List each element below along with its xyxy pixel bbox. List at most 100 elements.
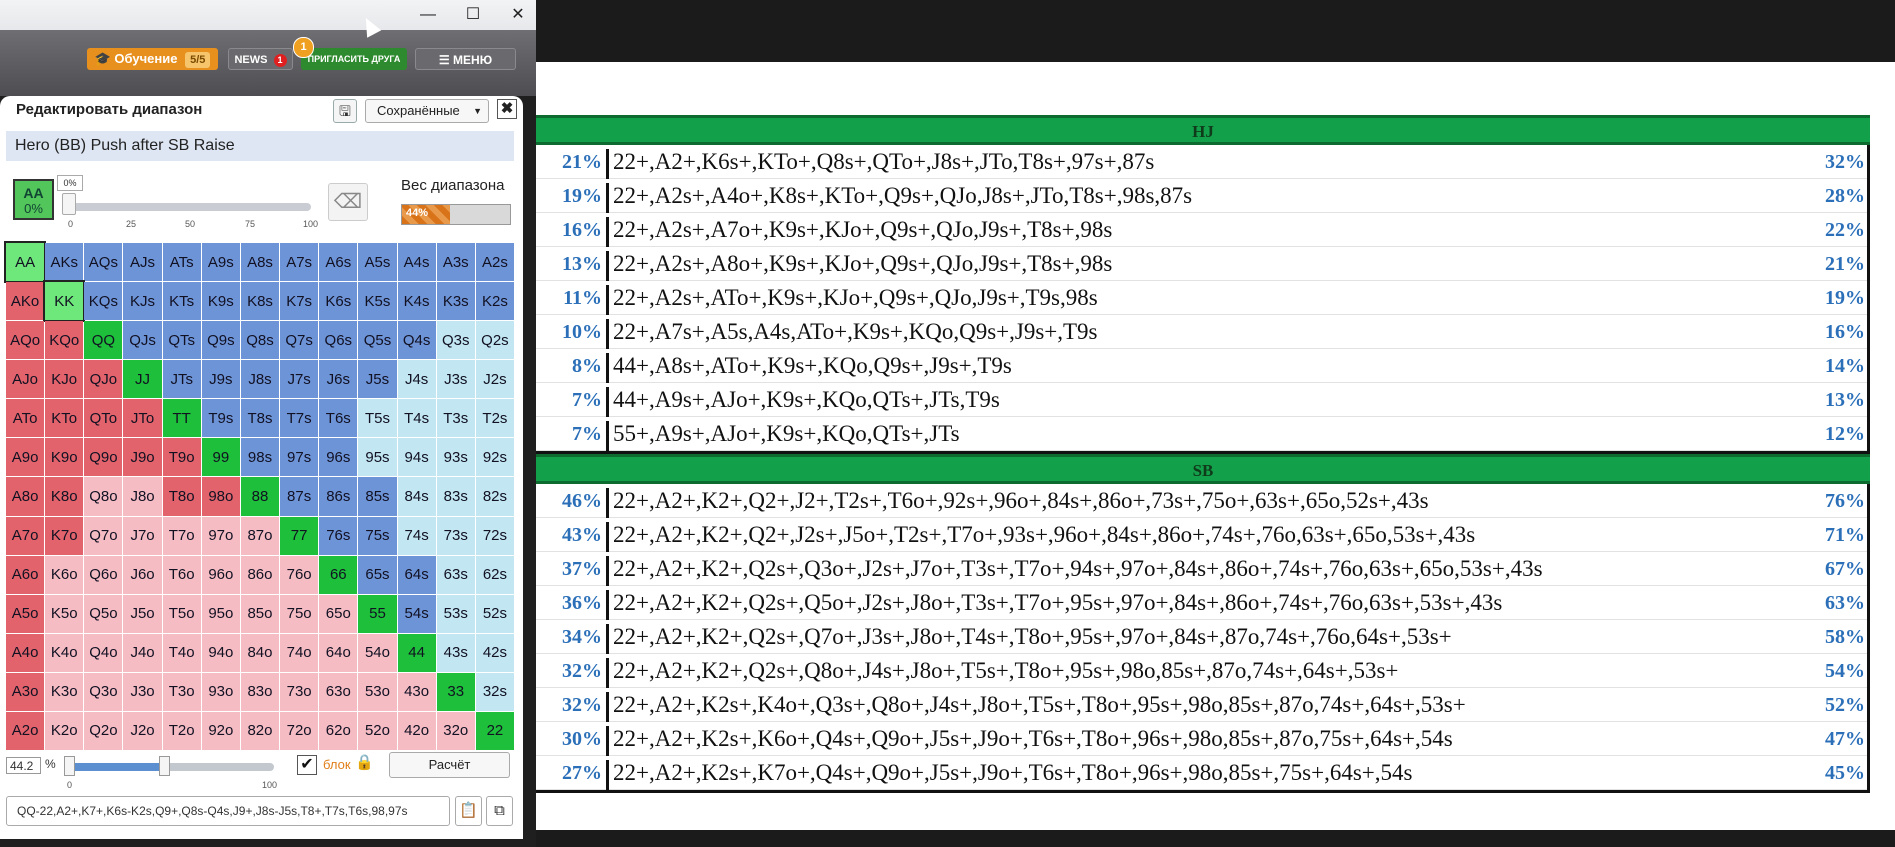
hand-cell[interactable]: KQs — [84, 282, 123, 321]
hand-cell[interactable]: JTo — [123, 399, 162, 438]
hand-cell[interactable]: A2o — [6, 711, 45, 750]
calculate-button[interactable]: Расчёт — [389, 752, 510, 778]
hand-cell[interactable]: 77 — [280, 516, 319, 555]
hand-cell[interactable]: 97s — [280, 438, 319, 477]
hand-cell[interactable]: T7s — [280, 399, 319, 438]
hand-cell[interactable]: A9s — [201, 243, 240, 282]
hand-cell[interactable]: J4o — [123, 633, 162, 672]
hand-cell[interactable]: T4o — [162, 633, 201, 672]
hand-cell[interactable]: J7s — [280, 360, 319, 399]
hand-cell[interactable]: 63o — [319, 672, 358, 711]
hand-cell[interactable]: 74o — [280, 633, 319, 672]
hand-cell[interactable]: A6o — [6, 555, 45, 594]
hand-cell[interactable]: A7s — [280, 243, 319, 282]
hand-cell[interactable]: A2s — [475, 243, 514, 282]
hand-cell[interactable]: T4s — [397, 399, 436, 438]
hand-cell[interactable]: 97o — [201, 516, 240, 555]
hand-cell[interactable]: KTo — [45, 399, 84, 438]
eraser-icon[interactable]: ⌫ — [328, 183, 368, 221]
hand-cell[interactable]: J6o — [123, 555, 162, 594]
hand-cell[interactable]: 84o — [240, 633, 280, 672]
range-name-field[interactable]: Hero (BB) Push after SB Raise — [6, 131, 514, 161]
hand-cell[interactable]: 87s — [280, 477, 319, 516]
hand-cell[interactable]: 62o — [319, 711, 358, 750]
hand-cell[interactable]: 53s — [436, 594, 475, 633]
hand-cell[interactable]: 22 — [475, 711, 514, 750]
hand-cell[interactable]: 85s — [358, 477, 397, 516]
hand-cell[interactable]: QJs — [123, 321, 162, 360]
hand-cell[interactable]: T9o — [162, 438, 201, 477]
hand-cell[interactable]: 98o — [201, 477, 240, 516]
learning-button[interactable]: 🎓 Обучение 5/5 — [87, 48, 218, 70]
hand-cell[interactable]: Q6s — [319, 321, 358, 360]
hand-cell[interactable]: K5s — [358, 282, 397, 321]
hand-cell[interactable]: JJ — [123, 360, 162, 399]
hand-cell[interactable]: 53o — [358, 672, 397, 711]
hand-cell[interactable]: Q7o — [84, 516, 123, 555]
hand-cell[interactable]: 75s — [358, 516, 397, 555]
hand-cell[interactable]: Q8o — [84, 477, 123, 516]
invite-friend-button[interactable]: ПРИГЛАСИТЬ ДРУГА — [301, 48, 407, 70]
hand-cell[interactable]: 98s — [240, 438, 280, 477]
hand-cell[interactable]: 82o — [240, 711, 280, 750]
hand-cell[interactable]: 95o — [201, 594, 240, 633]
hand-cell[interactable]: 72o — [280, 711, 319, 750]
hand-cell[interactable]: 86s — [319, 477, 358, 516]
hand-cell[interactable]: 42s — [475, 633, 514, 672]
save-icon[interactable]: 🖫 — [333, 99, 357, 123]
hand-cell[interactable]: 92o — [201, 711, 240, 750]
hand-cell[interactable]: Q4o — [84, 633, 123, 672]
hand-cell[interactable]: A9o — [6, 438, 45, 477]
hand-cell[interactable]: T3o — [162, 672, 201, 711]
hand-cell[interactable]: 73s — [436, 516, 475, 555]
hand-cell[interactable]: T2s — [475, 399, 514, 438]
hand-cell[interactable]: AJo — [6, 360, 45, 399]
hand-cell[interactable]: Q5o — [84, 594, 123, 633]
hand-cell[interactable]: 96o — [201, 555, 240, 594]
hand-cell[interactable]: 54o — [358, 633, 397, 672]
hand-cell[interactable]: 84s — [397, 477, 436, 516]
hand-cell[interactable]: 87o — [240, 516, 280, 555]
hand-cell[interactable]: K3s — [436, 282, 475, 321]
hand-cell[interactable]: 32o — [436, 711, 475, 750]
hand-cell[interactable]: 44 — [397, 633, 436, 672]
hand-cell[interactable]: 64s — [397, 555, 436, 594]
hand-cell[interactable]: A4o — [6, 633, 45, 672]
hand-cell[interactable]: 55 — [358, 594, 397, 633]
hand-cell[interactable]: K3o — [45, 672, 84, 711]
hand-cell[interactable]: J8o — [123, 477, 162, 516]
hand-cell[interactable]: AQs — [84, 243, 123, 282]
hand-cell[interactable]: 62s — [475, 555, 514, 594]
menu-button[interactable]: ☰ МЕНЮ — [415, 48, 516, 70]
hand-cell[interactable]: A8s — [240, 243, 280, 282]
hand-cell[interactable]: 33 — [436, 672, 475, 711]
hand-cell[interactable]: J9o — [123, 438, 162, 477]
hand-cell[interactable]: 32s — [475, 672, 514, 711]
hand-cell[interactable]: Q4s — [397, 321, 436, 360]
hand-cell[interactable]: 43s — [436, 633, 475, 672]
hand-cell[interactable]: 88 — [240, 477, 280, 516]
maximize-button[interactable]: ☐ — [455, 4, 491, 26]
copy-icon[interactable]: ⧉ — [486, 796, 513, 826]
hand-cell[interactable]: K2o — [45, 711, 84, 750]
hand-cell[interactable]: 43o — [397, 672, 436, 711]
hand-cell[interactable]: 74s — [397, 516, 436, 555]
hand-cell[interactable]: 54s — [397, 594, 436, 633]
hand-cell[interactable]: KK — [43, 280, 86, 323]
hand-cell[interactable]: T3s — [436, 399, 475, 438]
hand-cell[interactable]: 64o — [319, 633, 358, 672]
hand-cell[interactable]: A6s — [319, 243, 358, 282]
hand-cell[interactable]: T7o — [162, 516, 201, 555]
hand-cell[interactable]: J2o — [123, 711, 162, 750]
hand-cell[interactable]: 85o — [240, 594, 280, 633]
hand-cell[interactable]: 52s — [475, 594, 514, 633]
hand-cell[interactable]: 86o — [240, 555, 280, 594]
hand-cell[interactable]: JTs — [162, 360, 201, 399]
hand-cell[interactable]: 82s — [475, 477, 514, 516]
hand-cell[interactable]: J2s — [475, 360, 514, 399]
hand-cell[interactable]: A4s — [397, 243, 436, 282]
hand-cell[interactable]: J8s — [240, 360, 280, 399]
hand-cell[interactable]: Q2s — [475, 321, 514, 360]
hand-cell[interactable]: 96s — [319, 438, 358, 477]
hand-cell[interactable]: ATs — [162, 243, 201, 282]
